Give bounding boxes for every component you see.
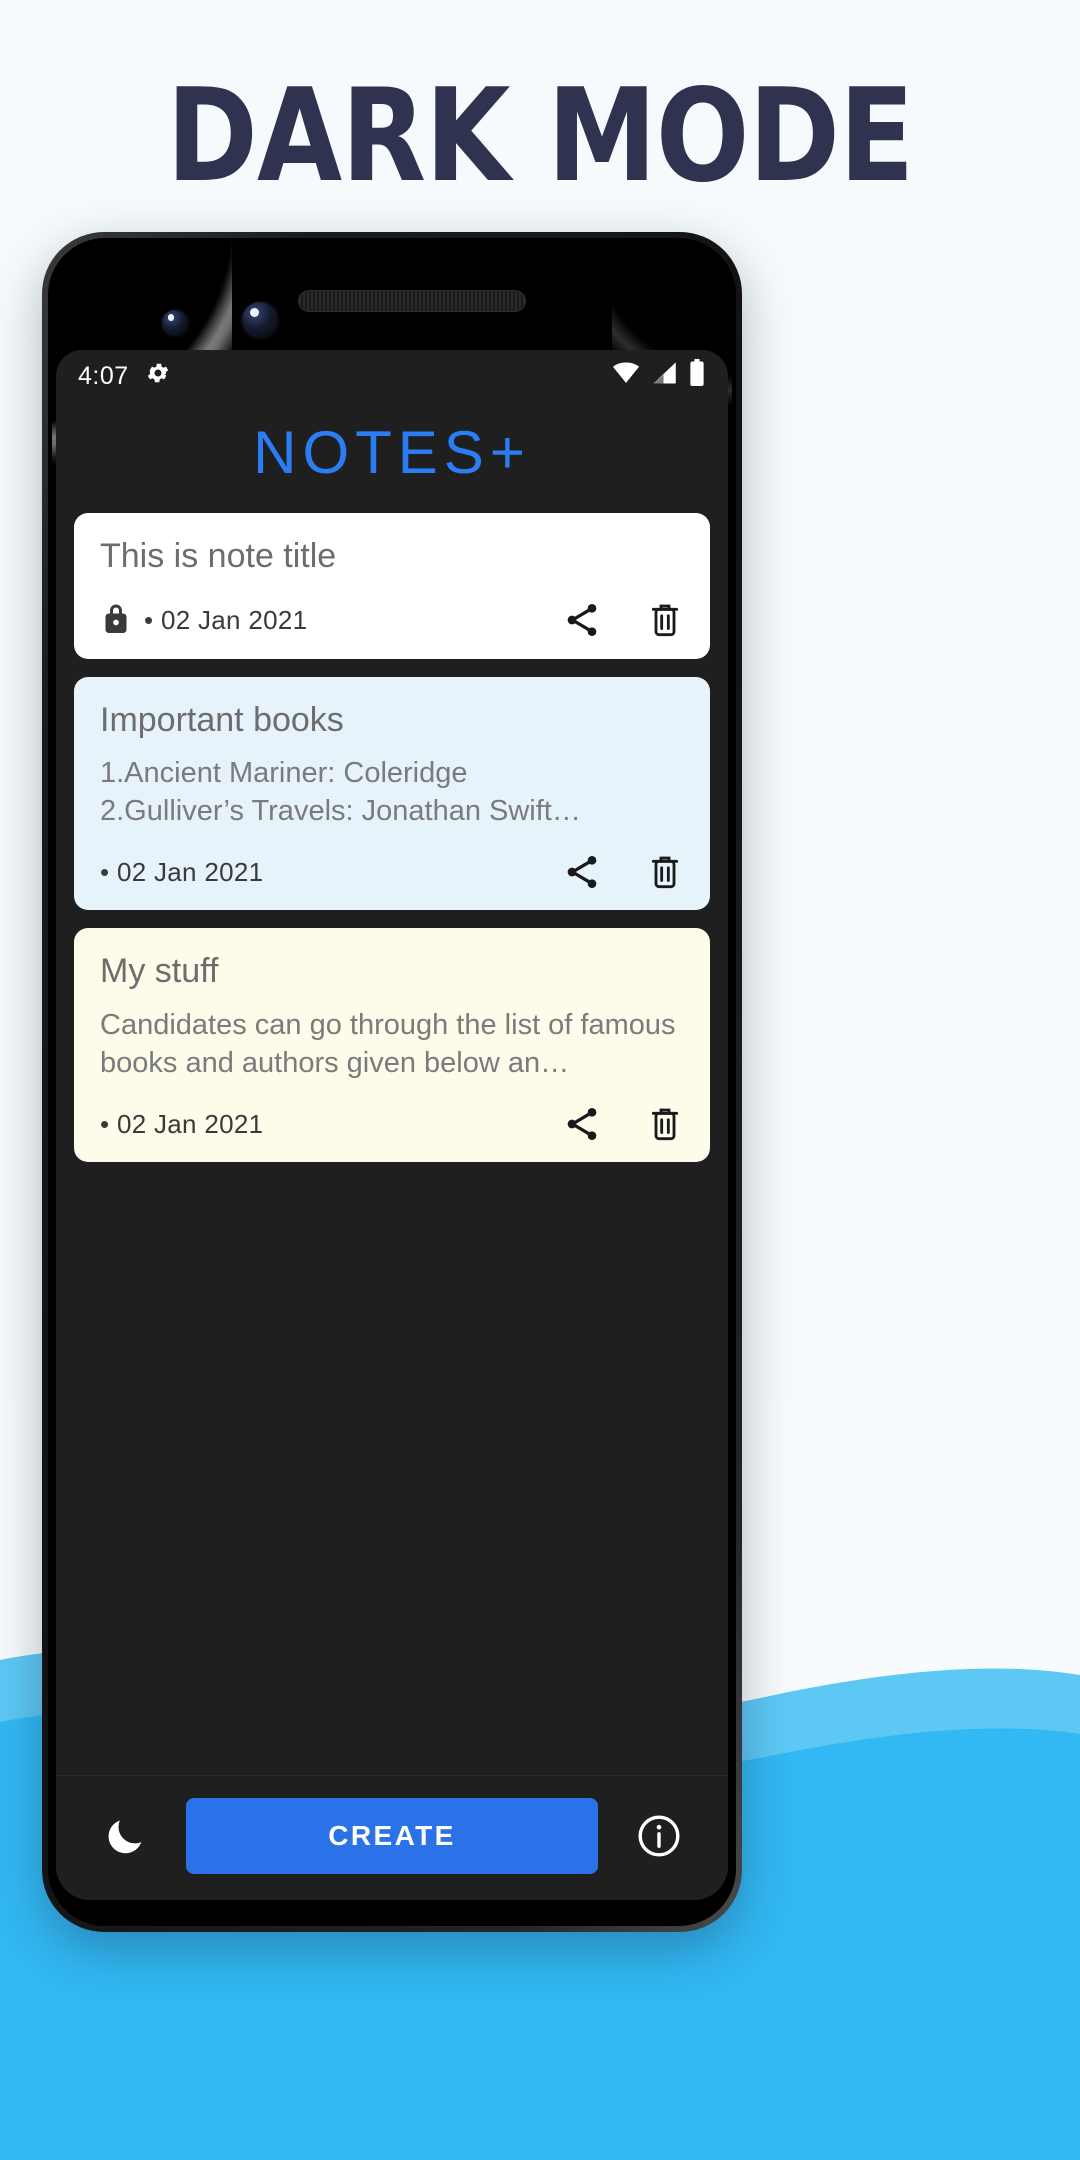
note-footer: • 02 Jan 2021 <box>100 852 684 892</box>
note-card[interactable]: Important books 1.Ancient Mariner: Coler… <box>74 676 710 911</box>
note-body: Candidates can go through the list of fa… <box>100 1008 676 1079</box>
note-list: This is note title • 02 Jan 2021 Importa… <box>56 513 728 1775</box>
cellular-signal-icon <box>650 361 678 392</box>
battery-icon <box>688 358 706 394</box>
note-date: • 02 Jan 2021 <box>100 856 264 887</box>
note-title: Important books <box>100 700 344 739</box>
earpiece-speaker <box>298 290 526 312</box>
share-icon[interactable] <box>562 852 602 892</box>
page-title: DARK MODE <box>166 62 915 211</box>
delete-icon[interactable] <box>646 1104 684 1144</box>
note-card[interactable]: My stuff Candidates can go through the l… <box>74 928 710 1163</box>
note-footer: • 02 Jan 2021 <box>100 600 684 641</box>
lock-icon <box>100 600 132 641</box>
create-button[interactable]: CREATE <box>186 1798 598 1874</box>
note-date: • 02 Jan 2021 <box>144 604 308 635</box>
gear-icon <box>145 360 171 393</box>
share-icon[interactable] <box>562 1104 602 1144</box>
wifi-icon <box>612 361 640 391</box>
app-title: NOTES+ <box>253 419 531 486</box>
note-body: 1.Ancient Mariner: Coleridge 2.Gulliver’… <box>100 757 581 827</box>
bottom-bar: CREATE <box>56 1775 728 1900</box>
delete-icon[interactable] <box>646 600 684 640</box>
front-camera-secondary-icon <box>162 310 188 336</box>
share-icon[interactable] <box>562 600 602 640</box>
note-title: This is note title <box>100 537 337 575</box>
note-card[interactable]: This is note title • 02 Jan 2021 <box>74 513 710 659</box>
note-title: My stuff <box>100 952 219 991</box>
moon-icon[interactable] <box>90 1801 160 1871</box>
app-screen: 4:07 NOTES+ This is note title • 02 Jan … <box>56 350 728 1900</box>
status-time: 4:07 <box>78 361 129 390</box>
delete-icon[interactable] <box>646 852 684 892</box>
front-camera-primary-icon <box>242 302 278 338</box>
info-icon[interactable] <box>624 1801 694 1871</box>
note-footer: • 02 Jan 2021 <box>100 1104 684 1144</box>
note-date: • 02 Jan 2021 <box>100 1108 264 1139</box>
phone-mockup: 4:07 NOTES+ This is note title • 02 Jan … <box>42 232 742 1932</box>
status-bar: 4:07 <box>56 350 728 402</box>
